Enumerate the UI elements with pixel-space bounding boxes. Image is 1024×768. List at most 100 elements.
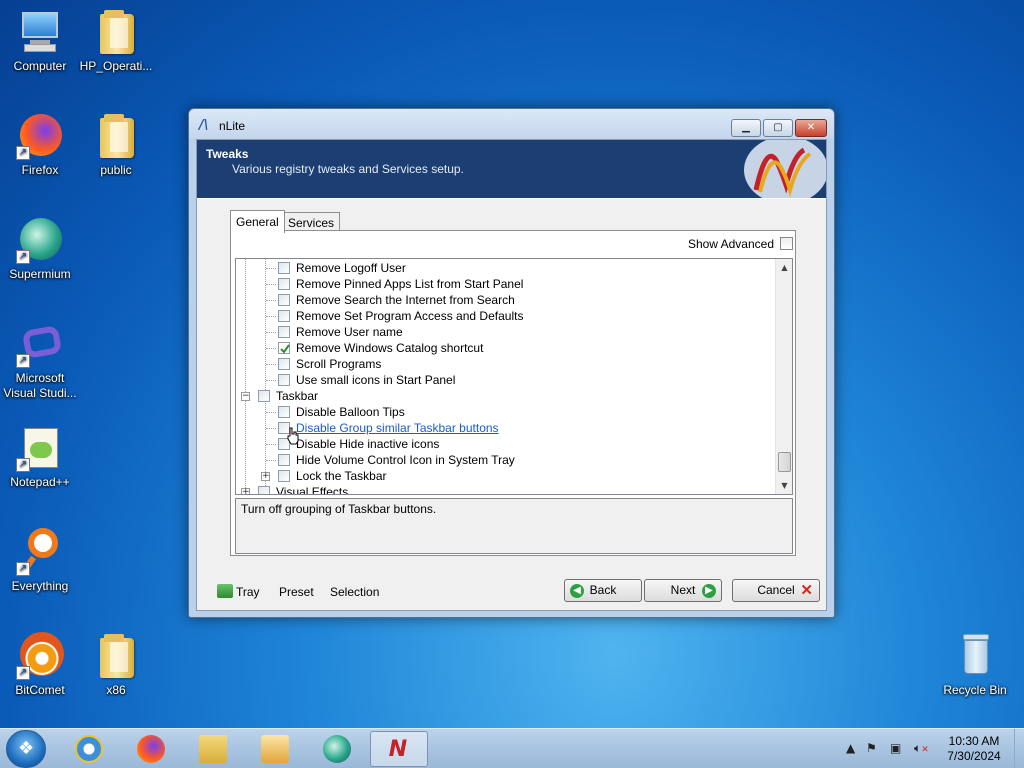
taskbar-supermium[interactable] bbox=[310, 731, 364, 767]
header-separator bbox=[197, 198, 826, 199]
network-icon[interactable]: ▣ bbox=[890, 741, 901, 755]
nlite-window: /\ nLite ▁ ▢ ✕ Tweaks Various registry t… bbox=[188, 108, 835, 618]
taskbar-nlite[interactable]: N bbox=[370, 731, 428, 767]
supermium-icon: ↗ bbox=[16, 216, 64, 264]
action-center-flag-icon[interactable]: ⚑ bbox=[866, 741, 877, 755]
window-title: nLite bbox=[219, 119, 246, 133]
desktop-icon-firefox[interactable]: ↗ Firefox bbox=[0, 112, 80, 178]
tree-item-checkbox[interactable] bbox=[278, 326, 290, 338]
desktop-icon-label: x86 bbox=[106, 683, 126, 697]
shortcut-arrow-icon: ↗ bbox=[16, 562, 30, 576]
preset-link[interactable]: Preset bbox=[279, 585, 314, 599]
cancel-x-icon: ✕ bbox=[800, 582, 813, 599]
tab-services[interactable]: Services bbox=[282, 212, 341, 232]
close-button[interactable]: ✕ bbox=[795, 119, 827, 137]
show-advanced-toggle[interactable]: Show Advanced bbox=[688, 237, 793, 251]
show-hidden-icons-icon[interactable]: ▲ bbox=[846, 741, 855, 755]
tray-link[interactable]: Tray bbox=[236, 585, 260, 599]
desktop-icon-computer[interactable]: Computer bbox=[0, 8, 80, 74]
tree-item-checkbox[interactable] bbox=[278, 358, 290, 370]
maximize-button[interactable]: ▢ bbox=[763, 119, 793, 137]
tree-line bbox=[266, 268, 276, 269]
back-label: Back bbox=[589, 583, 617, 597]
window-client: Tweaks Various registry tweaks and Servi… bbox=[196, 139, 827, 611]
tree-item-label: Remove Set Program Access and Defaults bbox=[296, 309, 524, 323]
desktop-icon-public-folder[interactable]: public bbox=[76, 112, 156, 178]
tree-item-checkbox[interactable] bbox=[278, 454, 290, 466]
desktop-icon-supermium[interactable]: ↗ Supermium bbox=[0, 216, 80, 282]
title-bar[interactable]: /\ nLite ▁ ▢ ✕ bbox=[189, 109, 834, 139]
desktop-icon-label: Everything bbox=[11, 579, 69, 593]
volume-muted-icon[interactable]: 🔈︎✕ bbox=[914, 741, 929, 756]
nlite-icon: N bbox=[388, 737, 408, 762]
desktop-icon-visual-studio[interactable]: ↗ Microsoft Visual Studi... bbox=[0, 320, 80, 401]
tree-line bbox=[266, 332, 276, 333]
shortcut-arrow-icon: ↗ bbox=[16, 666, 30, 680]
tree-item-label: Disable Hide inactive icons bbox=[296, 437, 440, 451]
desktop-icon-x86-folder[interactable]: x86 bbox=[76, 632, 156, 698]
desktop-icon-everything[interactable]: ↗ Everything bbox=[0, 528, 80, 594]
tree-item-checkbox[interactable] bbox=[278, 406, 290, 418]
firefox-icon bbox=[137, 735, 165, 763]
tree-line bbox=[265, 259, 266, 490]
back-arrow-icon: ◀ bbox=[570, 584, 584, 598]
tree-item-label: Hide Volume Control Icon in System Tray bbox=[296, 453, 515, 467]
description-box: Turn off grouping of Taskbar buttons. bbox=[235, 498, 793, 554]
desktop-icon-bitcomet[interactable]: ↗ BitComet bbox=[0, 632, 80, 698]
clock-date: 7/30/2024 bbox=[947, 749, 1001, 763]
expand-visual-effects-icon[interactable]: + bbox=[241, 488, 250, 494]
tree-line bbox=[245, 259, 246, 490]
tree-line bbox=[266, 300, 276, 301]
tree-item-checkbox[interactable] bbox=[258, 390, 270, 402]
next-label: Next bbox=[670, 583, 696, 597]
scroll-up-icon[interactable]: ▲ bbox=[776, 259, 792, 276]
show-desktop-button[interactable] bbox=[1014, 729, 1024, 768]
checkmark-icon bbox=[280, 344, 290, 354]
tree-item-checkbox[interactable] bbox=[278, 310, 290, 322]
page-title: Tweaks bbox=[206, 147, 249, 161]
desktop-icon-recycle-bin[interactable]: Recycle Bin bbox=[935, 632, 1015, 698]
selection-link[interactable]: Selection bbox=[330, 585, 379, 599]
minimize-button[interactable]: ▁ bbox=[731, 119, 761, 137]
desktop-icon-notepadpp[interactable]: ↗ Notepad++ bbox=[0, 424, 80, 490]
tree-line bbox=[266, 460, 276, 461]
scrollbar-thumb[interactable] bbox=[778, 452, 791, 472]
taskbar-internet-explorer[interactable] bbox=[62, 731, 116, 767]
cancel-button[interactable]: Cancel ✕ bbox=[732, 579, 820, 602]
clock[interactable]: 10:30 AM 7/30/2024 bbox=[930, 734, 1018, 764]
tree-scrollbar[interactable]: ▲ ▼ bbox=[775, 259, 792, 494]
tree-item-label: Lock the Taskbar bbox=[296, 469, 387, 483]
computer-icon bbox=[16, 8, 64, 56]
tree-item-checkbox-checked[interactable] bbox=[278, 342, 290, 354]
desktop-icon-hp-folder[interactable]: HP_Operati... bbox=[76, 8, 156, 74]
firefox-icon: ↗ bbox=[16, 112, 64, 160]
start-button[interactable] bbox=[6, 730, 46, 768]
tree-item-checkbox[interactable] bbox=[278, 470, 290, 482]
taskbar-file-explorer[interactable] bbox=[186, 731, 240, 767]
expand-lock-taskbar-icon[interactable]: + bbox=[261, 472, 270, 481]
desktop-icon-label: HP_Operati... bbox=[79, 59, 153, 73]
tab-general[interactable]: General bbox=[230, 210, 285, 233]
taskbar-media-player[interactable] bbox=[248, 731, 302, 767]
tree-line bbox=[266, 444, 276, 445]
taskbar-firefox[interactable] bbox=[124, 731, 178, 767]
shortcut-arrow-icon: ↗ bbox=[16, 354, 30, 368]
tree-line bbox=[266, 348, 276, 349]
tree-item-checkbox[interactable] bbox=[278, 278, 290, 290]
tree-item-checkbox[interactable] bbox=[258, 486, 270, 494]
tree-line bbox=[266, 380, 276, 381]
tree-item-checkbox[interactable] bbox=[278, 294, 290, 306]
show-advanced-checkbox[interactable] bbox=[780, 237, 793, 250]
tree-line bbox=[266, 364, 276, 365]
collapse-taskbar-icon[interactable]: − bbox=[241, 392, 250, 401]
back-button[interactable]: ◀ Back bbox=[564, 579, 642, 602]
tree-item-label: Scroll Programs bbox=[296, 357, 382, 371]
scroll-down-icon[interactable]: ▼ bbox=[776, 477, 792, 494]
show-advanced-label: Show Advanced bbox=[687, 237, 774, 251]
tree-item-label: Visual Effects bbox=[276, 485, 349, 495]
tree-item-checkbox[interactable] bbox=[278, 374, 290, 386]
tray-icon[interactable] bbox=[217, 584, 233, 598]
next-button[interactable]: Next ▶ bbox=[644, 579, 722, 602]
tree-item-checkbox[interactable] bbox=[278, 262, 290, 274]
tree-line bbox=[266, 284, 276, 285]
